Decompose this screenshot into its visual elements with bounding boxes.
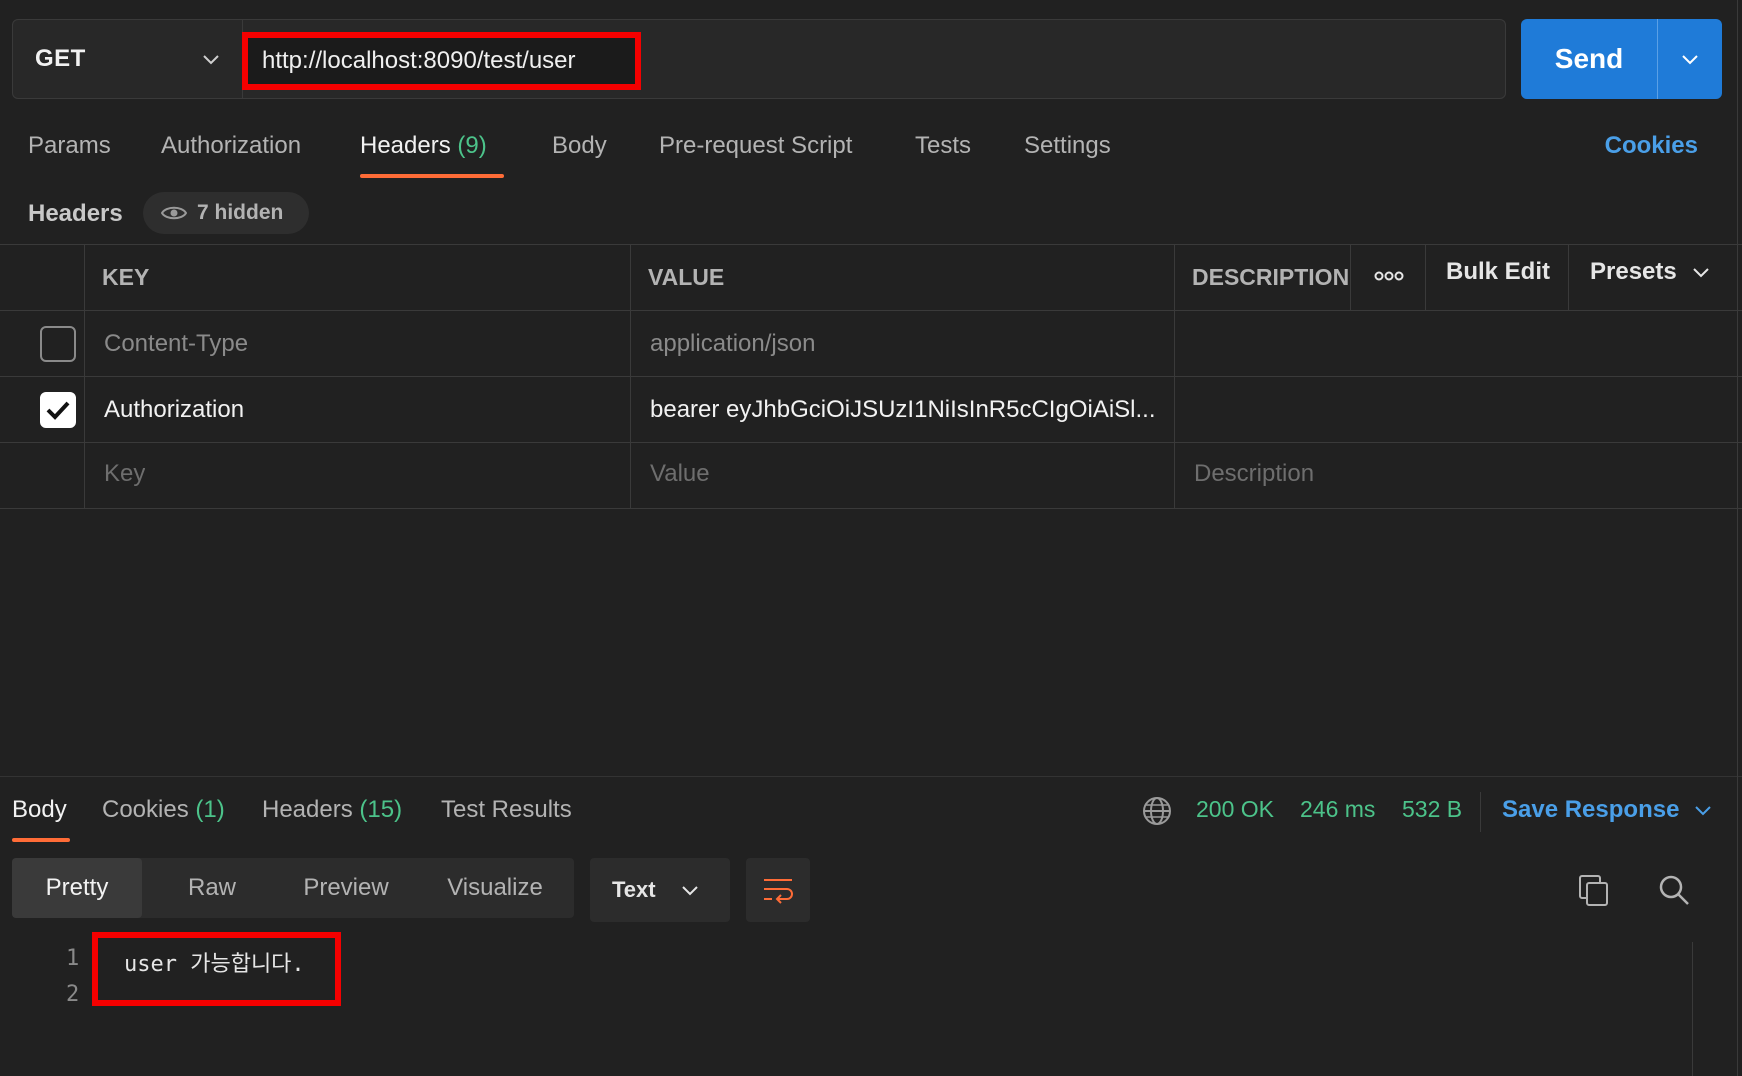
response-status[interactable]: 200 OK bbox=[1196, 796, 1274, 823]
chevron-down-icon bbox=[1695, 806, 1712, 816]
response-tab-headers-count: (15) bbox=[359, 796, 403, 823]
active-response-tab-indicator bbox=[12, 838, 70, 842]
view-mode-segmented: Pretty Raw Preview Visualize bbox=[12, 858, 574, 918]
response-tab-cookies[interactable]: Cookies (1) bbox=[102, 796, 225, 824]
chevron-down-icon bbox=[1693, 268, 1709, 278]
tab-headers[interactable]: Headers (9) bbox=[360, 132, 487, 160]
save-response-dropdown[interactable]: Save Response bbox=[1502, 796, 1713, 824]
column-header-key: KEY bbox=[102, 264, 150, 290]
response-tab-cookies-label: Cookies bbox=[102, 796, 189, 823]
bulk-edit-button[interactable]: Bulk Edit bbox=[1446, 258, 1550, 286]
new-description-input[interactable]: Description bbox=[1194, 460, 1314, 488]
tab-params[interactable]: Params bbox=[28, 132, 111, 160]
view-visualize[interactable]: Visualize bbox=[416, 858, 574, 918]
response-time[interactable]: 246 ms bbox=[1300, 796, 1375, 823]
hidden-headers-toggle[interactable]: 7 hidden bbox=[143, 192, 309, 234]
new-key-input[interactable]: Key bbox=[104, 460, 145, 488]
chevron-down-icon bbox=[1682, 55, 1698, 65]
url-annotation-box: http://localhost:8090/test/user bbox=[242, 32, 641, 90]
column-divider bbox=[1174, 244, 1175, 508]
search-icon[interactable] bbox=[1658, 874, 1690, 906]
header-row-checkbox[interactable] bbox=[40, 326, 76, 362]
wrap-lines-button[interactable] bbox=[746, 858, 810, 922]
response-divider bbox=[0, 776, 1742, 777]
table-border bbox=[0, 310, 1742, 311]
tab-body[interactable]: Body bbox=[552, 132, 607, 160]
chevron-down-icon bbox=[681, 886, 698, 896]
column-header-description: DESCRIPTION bbox=[1192, 264, 1350, 290]
table-border bbox=[0, 442, 1742, 443]
method-select[interactable]: GET bbox=[13, 20, 243, 98]
format-label: Text bbox=[612, 877, 656, 902]
more-options-icon[interactable] bbox=[1374, 264, 1404, 288]
presets-dropdown[interactable]: Presets bbox=[1590, 258, 1711, 286]
format-select[interactable]: Text bbox=[590, 858, 730, 922]
window-edge bbox=[1737, 0, 1738, 1076]
globe-icon[interactable] bbox=[1142, 796, 1172, 826]
view-raw[interactable]: Raw bbox=[142, 858, 282, 918]
view-preview[interactable]: Preview bbox=[276, 858, 416, 918]
tab-headers-count: (9) bbox=[457, 132, 487, 159]
header-row-checkbox[interactable] bbox=[40, 392, 76, 428]
send-button-group: Send bbox=[1521, 19, 1722, 99]
response-tab-cookies-count: (1) bbox=[195, 796, 225, 823]
line-number: 1 bbox=[66, 946, 80, 971]
scrollbar[interactable] bbox=[1692, 942, 1693, 1076]
active-tab-indicator bbox=[360, 174, 504, 178]
method-label: GET bbox=[35, 45, 86, 72]
tab-headers-label: Headers bbox=[360, 132, 451, 159]
send-button[interactable]: Send bbox=[1521, 19, 1657, 99]
tab-tests[interactable]: Tests bbox=[915, 132, 971, 160]
header-value-cell[interactable]: bearer eyJhbGciOiJSUzI1NiIsInR5cCIgOiAiS… bbox=[650, 396, 1170, 424]
header-key-cell[interactable]: Content-Type bbox=[104, 330, 248, 358]
response-tab-headers[interactable]: Headers (15) bbox=[262, 796, 402, 824]
column-divider bbox=[1568, 244, 1569, 310]
response-body-text: user 가능합니다. bbox=[124, 952, 305, 977]
eye-icon bbox=[161, 206, 187, 220]
headers-section-title: Headers bbox=[28, 200, 123, 227]
response-tab-body[interactable]: Body bbox=[12, 796, 67, 824]
column-divider bbox=[1425, 244, 1426, 310]
response-size[interactable]: 532 B bbox=[1402, 796, 1462, 823]
response-tab-test-results[interactable]: Test Results bbox=[441, 796, 572, 824]
table-border bbox=[0, 376, 1742, 377]
send-options-button[interactable] bbox=[1658, 19, 1722, 99]
table-border bbox=[0, 244, 1742, 245]
table-border bbox=[0, 508, 1742, 509]
presets-label: Presets bbox=[1590, 258, 1677, 285]
hidden-headers-label: 7 hidden bbox=[197, 201, 284, 224]
wrap-lines-icon bbox=[764, 879, 793, 904]
line-number: 2 bbox=[66, 982, 80, 1007]
copy-icon[interactable] bbox=[1578, 874, 1610, 908]
header-value-cell[interactable]: application/json bbox=[650, 330, 815, 358]
tab-settings[interactable]: Settings bbox=[1024, 132, 1111, 160]
save-response-label: Save Response bbox=[1502, 796, 1680, 823]
checkmark-icon bbox=[46, 401, 70, 420]
column-divider bbox=[84, 244, 85, 508]
request-bar: GET bbox=[12, 19, 1506, 99]
header-key-cell[interactable]: Authorization bbox=[104, 396, 244, 424]
meta-divider bbox=[1480, 792, 1481, 832]
cookies-link[interactable]: Cookies bbox=[1605, 132, 1698, 160]
tab-authorization[interactable]: Authorization bbox=[161, 132, 301, 160]
chevron-down-icon bbox=[203, 55, 219, 65]
view-pretty[interactable]: Pretty bbox=[12, 858, 142, 918]
column-header-value: VALUE bbox=[648, 264, 725, 290]
request-tabs: Params Authorization Headers (9) Body Pr… bbox=[0, 122, 1742, 182]
response-tab-headers-label: Headers bbox=[262, 796, 353, 823]
column-divider bbox=[630, 244, 631, 508]
url-text[interactable]: http://localhost:8090/test/user bbox=[262, 47, 576, 75]
tab-pre-request-script[interactable]: Pre-request Script bbox=[659, 132, 852, 160]
new-value-input[interactable]: Value bbox=[650, 460, 710, 488]
